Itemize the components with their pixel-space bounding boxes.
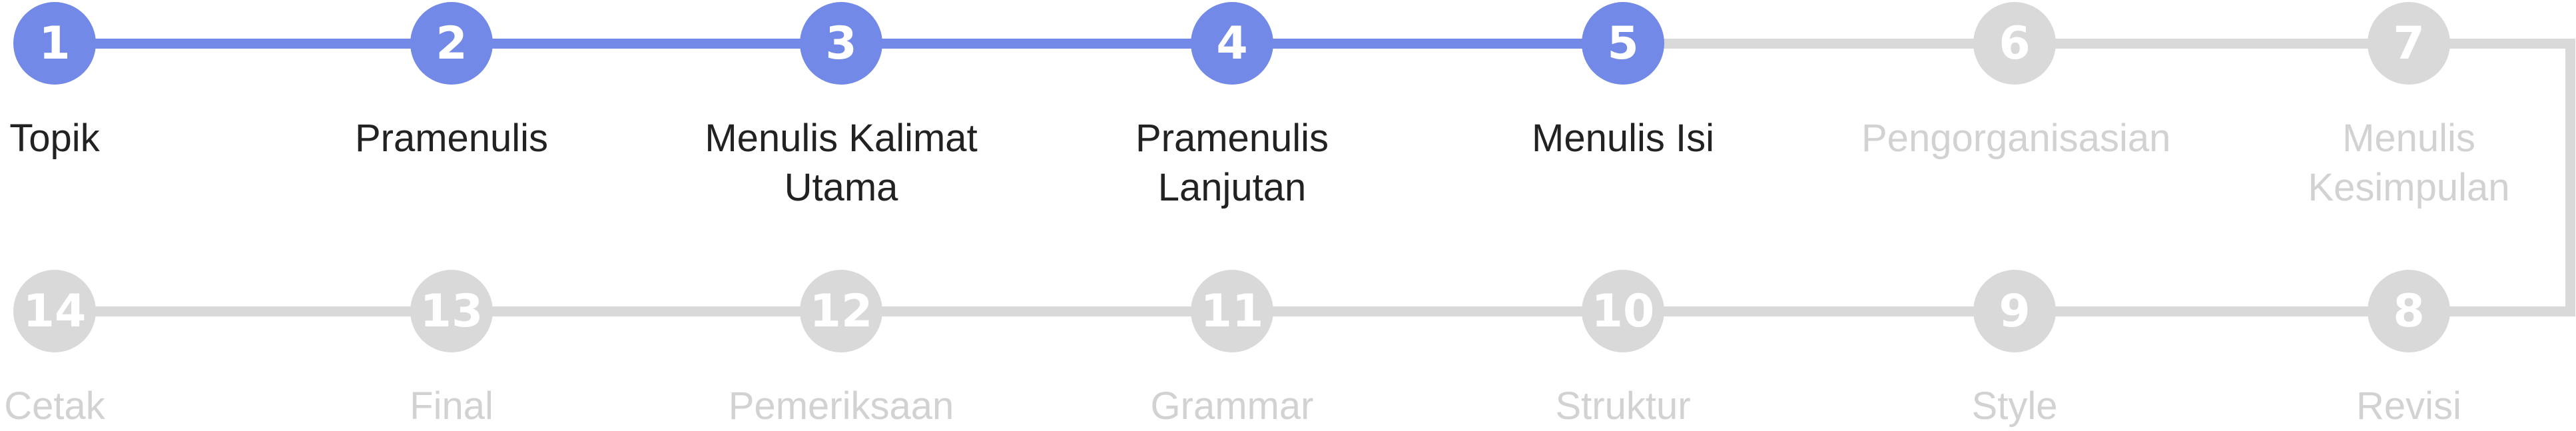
step-number-badge: 5 — [1582, 2, 1664, 85]
step-number-badge: 11 — [1191, 270, 1273, 352]
step-7[interactable]: 7 Menulis Kesimpulan — [2256, 2, 2562, 213]
step-number-badge: 12 — [800, 270, 882, 352]
step-number-badge: 7 — [2368, 2, 2450, 85]
step-number-badge: 9 — [1973, 270, 2056, 352]
step-label: Menulis Kalimat Utama — [705, 117, 978, 209]
connector-line-turn — [2565, 39, 2575, 316]
step-number-badge: 1 — [13, 2, 96, 85]
step-label: Struktur — [1555, 384, 1691, 428]
step-12[interactable]: 12 Pemeriksaan — [688, 270, 994, 431]
step-number-badge: 4 — [1191, 2, 1273, 85]
step-9[interactable]: 9 Style — [1861, 270, 2168, 431]
step-4[interactable]: 4 Pramenulis Lanjutan — [1079, 2, 1385, 213]
step-6[interactable]: 6 Pengorganisasian — [1861, 2, 2171, 163]
progress-stepper: 1 Topik 2 Pramenulis 3 Menulis Kalimat Utama 4… — [0, 0, 2576, 428]
step-label: Style — [1971, 384, 2058, 428]
step-2[interactable]: 2 Pramenulis — [298, 2, 605, 163]
step-number-badge: 3 — [800, 2, 882, 85]
step-11[interactable]: 11 Grammar — [1079, 270, 1385, 431]
step-14[interactable]: 14 Cetak — [0, 270, 208, 431]
step-label: Pengorganisasian — [1861, 117, 2171, 160]
step-label: Pramenulis — [354, 117, 549, 160]
step-10[interactable]: 10 Struktur — [1470, 270, 1776, 431]
step-label: Pemeriksaan — [728, 384, 954, 428]
step-label: Final — [410, 384, 493, 428]
step-5[interactable]: 5 Menulis Isi — [1470, 2, 1776, 163]
step-13[interactable]: 13 Final — [298, 270, 605, 431]
step-8[interactable]: 8 Revisi — [2256, 270, 2562, 431]
step-label: Topik — [9, 117, 100, 160]
step-number-badge: 13 — [410, 270, 493, 352]
step-3[interactable]: 3 Menulis Kalimat Utama — [688, 2, 994, 213]
step-number-badge: 14 — [13, 270, 96, 352]
step-label: Revisi — [2356, 384, 2461, 428]
step-label: Grammar — [1150, 384, 1314, 428]
step-number-badge: 8 — [2368, 270, 2450, 352]
step-label: Menulis Isi — [1532, 117, 1714, 160]
step-1[interactable]: 1 Topik — [0, 2, 208, 163]
step-number-badge: 2 — [410, 2, 493, 85]
step-label: Cetak — [4, 384, 105, 428]
step-number-badge: 10 — [1582, 270, 1664, 352]
step-number-badge: 6 — [1973, 2, 2056, 85]
step-label: Menulis Kesimpulan — [2308, 117, 2510, 209]
step-label: Pramenulis Lanjutan — [1135, 117, 1329, 209]
